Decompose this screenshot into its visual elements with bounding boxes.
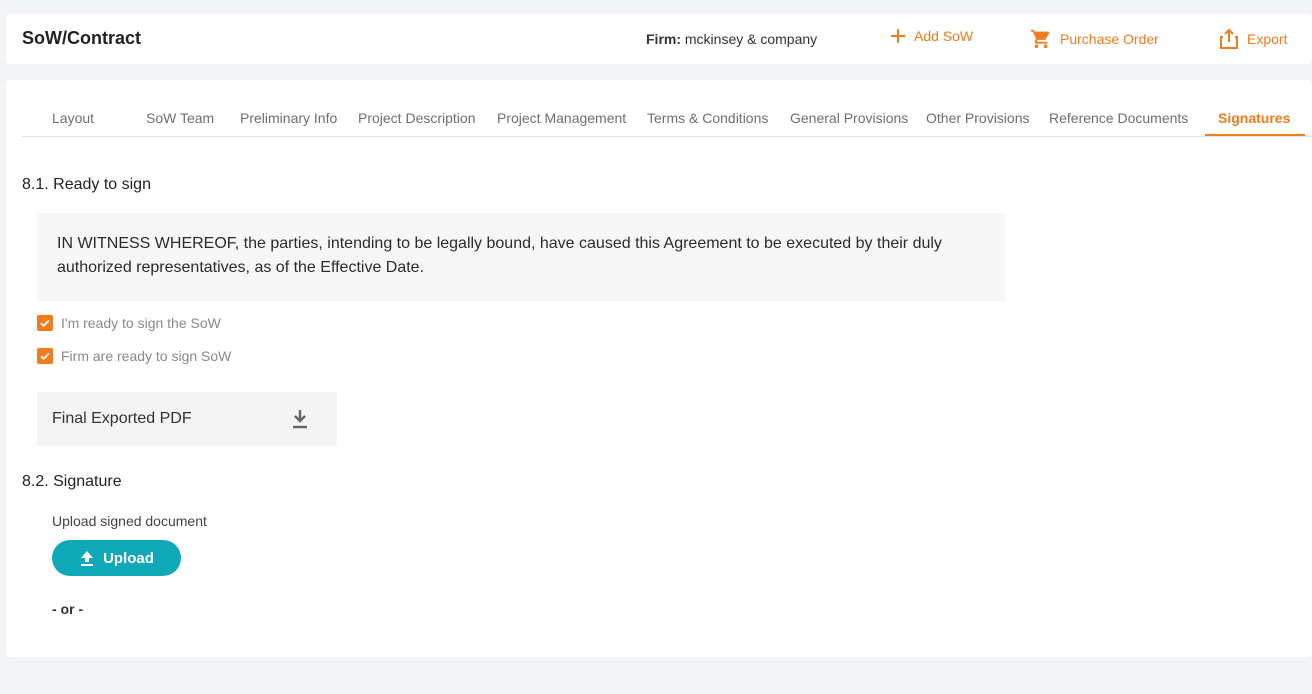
tab-layout[interactable]: Layout bbox=[52, 110, 94, 126]
signature-section-title: 8.2. Signature bbox=[22, 473, 122, 490]
ready-section-title: 8.1. Ready to sign bbox=[22, 176, 151, 193]
tab-reference-documents[interactable]: Reference Documents bbox=[1049, 110, 1188, 126]
tab-terms-conditions[interactable]: Terms & Conditions bbox=[647, 110, 768, 126]
firm-value: mckinsey & company bbox=[684, 31, 818, 47]
ready-self-label: I'm ready to sign the SoW bbox=[61, 315, 221, 331]
export-button[interactable]: Export bbox=[1219, 28, 1287, 50]
tab-signatures[interactable]: Signatures bbox=[1218, 110, 1290, 126]
ready-self-checkbox-row[interactable]: I'm ready to sign the SoW bbox=[37, 315, 221, 331]
check-icon bbox=[40, 352, 50, 361]
or-separator: - or - bbox=[52, 601, 84, 617]
firm-ready-checkbox[interactable] bbox=[37, 348, 53, 364]
purchase-order-button[interactable]: Purchase Order bbox=[1030, 28, 1159, 50]
final-pdf-box: Final Exported PDF bbox=[37, 392, 337, 446]
cart-icon bbox=[1030, 29, 1050, 49]
firm-label: Firm: bbox=[646, 31, 681, 47]
tab-bar: Layout SoW Team Preliminary Info Project… bbox=[22, 108, 1312, 137]
download-icon[interactable] bbox=[291, 409, 309, 429]
firm-ready-label: Firm are ready to sign SoW bbox=[61, 348, 232, 364]
add-sow-button[interactable]: Add SoW bbox=[890, 28, 973, 44]
check-icon bbox=[40, 319, 50, 328]
add-sow-label: Add SoW bbox=[914, 28, 974, 44]
export-label: Export bbox=[1247, 31, 1288, 47]
tab-preliminary-info[interactable]: Preliminary Info bbox=[240, 110, 337, 126]
firm-info: Firm: mckinsey & company bbox=[646, 31, 817, 47]
main-card: Layout SoW Team Preliminary Info Project… bbox=[6, 80, 1312, 657]
upload-icon bbox=[81, 551, 94, 566]
witness-text: IN WITNESS WHEREOF, the parties, intendi… bbox=[37, 213, 1005, 301]
share-icon bbox=[1220, 28, 1238, 49]
plus-icon bbox=[891, 29, 905, 43]
final-pdf-label: Final Exported PDF bbox=[52, 410, 192, 427]
tab-project-management[interactable]: Project Management bbox=[497, 110, 626, 126]
tab-sow-team[interactable]: SoW Team bbox=[146, 110, 214, 126]
upload-button-label: Upload bbox=[103, 549, 154, 567]
firm-ready-checkbox-row[interactable]: Firm are ready to sign SoW bbox=[37, 348, 231, 364]
top-header: SoW/Contract Firm: mckinsey & company Ad… bbox=[6, 14, 1312, 64]
tab-project-description[interactable]: Project Description bbox=[358, 110, 476, 126]
purchase-order-label: Purchase Order bbox=[1060, 31, 1159, 47]
active-tab-indicator bbox=[1205, 134, 1305, 136]
tab-general-provisions[interactable]: General Provisions bbox=[790, 110, 908, 126]
upload-button[interactable]: Upload bbox=[52, 540, 181, 576]
page-title: SoW/Contract bbox=[22, 28, 141, 48]
tab-other-provisions[interactable]: Other Provisions bbox=[926, 110, 1029, 126]
upload-label: Upload signed document bbox=[52, 513, 207, 529]
ready-self-checkbox[interactable] bbox=[37, 315, 53, 331]
